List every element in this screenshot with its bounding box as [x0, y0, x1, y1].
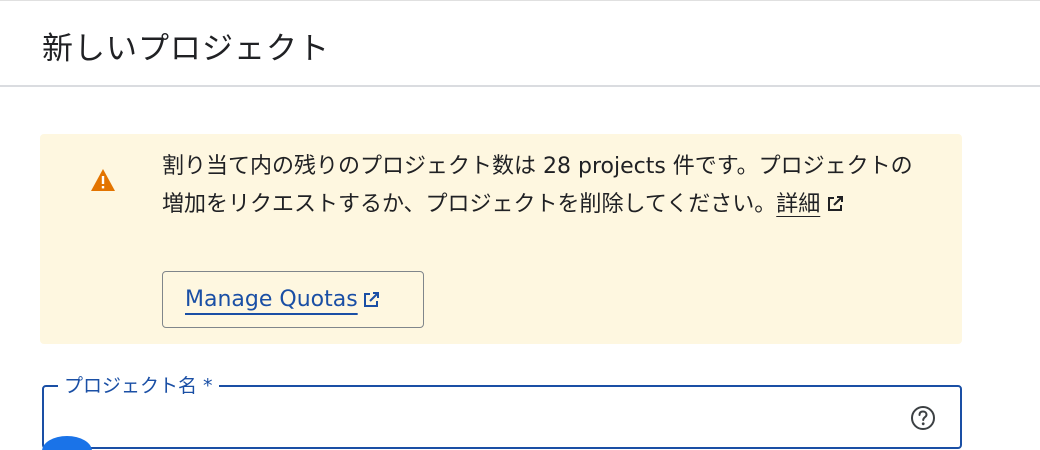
page-title: 新しいプロジェクト [42, 31, 330, 67]
manage-quotas-button[interactable]: Manage Quotas [162, 271, 424, 328]
quota-alert-message: 割り当て内の残りのプロジェクト数は 28 projects 件です。プロジェクト… [162, 148, 932, 224]
help-icon[interactable] [910, 405, 936, 431]
external-link-icon [363, 291, 379, 307]
details-link[interactable]: 詳細 [776, 192, 820, 217]
external-link-icon [828, 196, 844, 211]
manage-quotas-label: Manage Quotas [185, 287, 358, 312]
page-header: 新しいプロジェクト [0, 1, 1040, 87]
project-name-input[interactable] [48, 392, 892, 444]
warning-icon [91, 169, 115, 191]
new-project-page: 新しいプロジェクト 割り当て内の残りのプロジェクト数は 28 projects … [0, 0, 1040, 450]
